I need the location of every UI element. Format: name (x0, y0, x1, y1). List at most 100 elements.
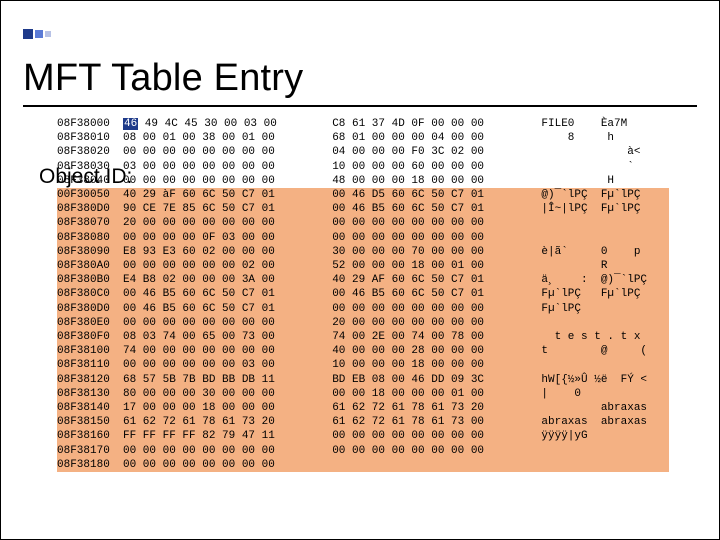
hex-offset: 08F38080 (57, 231, 123, 245)
hex-ascii: R (541, 259, 607, 273)
hex-bytes-2: 00 00 00 00 00 00 00 00 (332, 216, 528, 230)
hex-bytes-2: BD EB 08 00 46 DD 09 3C (332, 373, 528, 387)
hex-row: 08F3808000 00 00 00 0F 03 00 00 00 00 00… (57, 231, 669, 245)
hex-row: 08F3801008 00 01 00 38 00 01 00 68 01 00… (57, 131, 669, 145)
hex-bytes-1: 74 00 00 00 00 00 00 00 (123, 344, 319, 358)
hex-row: 08F3803003 00 00 00 00 00 00 00 10 00 00… (57, 160, 669, 174)
hex-bytes-1: E8 93 E3 60 02 00 00 00 (123, 245, 319, 259)
hex-offset: 08F38160 (57, 429, 123, 443)
hex-bytes-2: 61 62 72 61 78 61 73 00 (332, 415, 528, 429)
hex-row: 08F380A000 00 00 00 00 00 02 00 52 00 00… (57, 259, 669, 273)
hex-bytes-2: 00 46 B5 60 6C 50 C7 01 (332, 287, 528, 301)
hex-bytes-2: 30 00 00 00 70 00 00 00 (332, 245, 528, 259)
hex-bytes-1: 08 03 74 00 65 00 73 00 (123, 330, 319, 344)
hex-offset: 08F38110 (57, 358, 123, 372)
hex-row: 08F380C000 46 B5 60 6C 50 C7 01 00 46 B5… (57, 287, 669, 301)
hex-offset: 08F380A0 (57, 259, 123, 273)
hex-bytes-1: 00 00 00 00 00 00 00 00 (123, 444, 319, 458)
hex-bytes-1: 00 46 B5 60 6C 50 C7 01 (123, 287, 319, 301)
hex-offset: 08F38120 (57, 373, 123, 387)
hex-bytes-2: 10 00 00 00 60 00 00 00 (332, 160, 528, 174)
hex-bytes-1: 03 00 00 00 00 00 00 00 (123, 160, 319, 174)
hex-bytes-1: FF FF FF FF 82 79 47 11 (123, 429, 319, 443)
hex-ascii: abraxas (541, 401, 647, 415)
hex-row: 08F380D000 46 B5 60 6C 50 C7 01 00 00 00… (57, 302, 669, 316)
hex-row: 08F380E000 00 00 00 00 00 00 00 20 00 00… (57, 316, 669, 330)
hex-offset: 08F38090 (57, 245, 123, 259)
hex-offset: 08F38140 (57, 401, 123, 415)
hex-row: 08F3804000 00 00 00 00 00 00 00 48 00 00… (57, 174, 669, 188)
hex-bytes-2: 48 00 00 00 18 00 00 00 (332, 174, 528, 188)
hex-row: 08F38160FF FF FF FF 82 79 47 11 00 00 00… (57, 429, 669, 443)
hex-row: 08F3818000 00 00 00 00 00 00 00 (57, 458, 669, 472)
hex-ascii: è|ã` 0 p (541, 245, 640, 259)
hex-offset: 08F380F0 (57, 330, 123, 344)
hex-bytes-1: 08 00 01 00 38 00 01 00 (123, 131, 319, 145)
hex-bytes-1: 61 62 72 61 78 61 73 20 (123, 415, 319, 429)
hex-offset: 08F38180 (57, 458, 123, 472)
hex-bytes-2: 04 00 00 00 F0 3C 02 00 (332, 145, 528, 159)
hex-row: 08F38090E8 93 E3 60 02 00 00 00 30 00 00… (57, 245, 669, 259)
hex-bytes-2: 74 00 2E 00 74 00 78 00 (332, 330, 528, 344)
hex-offset: 08F38070 (57, 216, 123, 230)
hex-ascii: ÿÿÿÿ|yG (541, 429, 587, 443)
title-rule (23, 105, 697, 107)
hex-bytes-2: 52 00 00 00 18 00 01 00 (332, 259, 528, 273)
hex-bytes-2: 00 46 D5 60 6C 50 C7 01 (332, 188, 528, 202)
hex-offset: 08F380E0 (57, 316, 123, 330)
hex-bytes-2: 68 01 00 00 00 04 00 00 (332, 131, 528, 145)
hex-row: 08F380D090 CE 7E 85 6C 50 C7 01 00 46 B5… (57, 202, 669, 216)
hex-bytes-1: 00 00 00 00 00 00 03 00 (123, 358, 319, 372)
hex-bytes-1: 00 00 00 00 00 00 00 00 (123, 145, 319, 159)
hex-bytes-1: 17 00 00 00 18 00 00 00 (123, 401, 319, 415)
hex-row: 08F3802000 00 00 00 00 00 00 00 04 00 00… (57, 145, 669, 159)
hex-ascii: Fµ`lPÇ (541, 302, 581, 316)
hex-bytes-1: 00 00 00 00 00 00 02 00 (123, 259, 319, 273)
hex-row: 08F3807020 00 00 00 00 00 00 00 00 00 00… (57, 216, 669, 230)
hex-row: 00F3005040 29 àF 60 6C 50 C7 01 00 46 D5… (57, 188, 669, 202)
hex-bytes-2: 00 00 00 00 00 00 00 00 (332, 302, 528, 316)
hex-ascii: hW[{½»Û ½ë FÝ < (541, 373, 647, 387)
hex-ascii: t @ ( (541, 344, 647, 358)
hex-offset: 08F38100 (57, 344, 123, 358)
hex-ascii: abraxas abraxas (541, 415, 647, 429)
hex-ascii: FILE0 Èa7M (541, 117, 627, 131)
hex-row: 08F3800046 49 4C 45 30 00 03 00 C8 61 37… (57, 117, 669, 131)
hex-offset: 08F380B0 (57, 273, 123, 287)
hex-bytes-2: C8 61 37 4D 0F 00 00 00 (332, 117, 528, 131)
hex-bytes-1: 46 49 4C 45 30 00 03 00 (123, 117, 319, 131)
hex-bytes-1: 90 CE 7E 85 6C 50 C7 01 (123, 202, 319, 216)
hex-row: 08F380F008 03 74 00 65 00 73 00 74 00 2E… (57, 330, 669, 344)
hex-offset: 08F380C0 (57, 287, 123, 301)
hex-ascii: ä¸ : @)¯`lPÇ (541, 273, 647, 287)
hex-row: 08F3812068 57 5B 7B BD BB DB 11 BD EB 08… (57, 373, 669, 387)
hex-offset: 08F380D0 (57, 302, 123, 316)
hex-offset: 08F38040 (57, 174, 123, 188)
hex-ascii: Fµ`lPÇ Fµ`lPÇ (541, 287, 640, 301)
hex-bytes-1: 00 00 00 00 0F 03 00 00 (123, 231, 319, 245)
hex-ascii: t e s t . t x (541, 330, 640, 344)
hex-row: 08F3817000 00 00 00 00 00 00 00 00 00 00… (57, 444, 669, 458)
hex-bytes-1: 40 29 àF 60 6C 50 C7 01 (123, 188, 319, 202)
hex-row: 08F3811000 00 00 00 00 00 03 00 10 00 00… (57, 358, 669, 372)
hex-bytes-1: 00 00 00 00 00 00 00 00 (123, 458, 319, 472)
hex-bytes-2: 20 00 00 00 00 00 00 00 (332, 316, 528, 330)
hex-bytes-1: 68 57 5B 7B BD BB DB 11 (123, 373, 319, 387)
hex-offset: 08F38150 (57, 415, 123, 429)
hex-offset: 08F38030 (57, 160, 123, 174)
hex-offset: 00F30050 (57, 188, 123, 202)
hex-offset: 08F38020 (57, 145, 123, 159)
hex-bytes-1: 00 00 00 00 00 00 00 00 (123, 316, 319, 330)
hex-bytes-1: E4 B8 02 00 00 00 3A 00 (123, 273, 319, 287)
hex-bytes-2: 00 00 18 00 00 00 01 00 (332, 387, 528, 401)
hex-row: 08F3813080 00 00 00 30 00 00 00 00 00 18… (57, 387, 669, 401)
slide-decoration (23, 25, 53, 43)
hex-ascii: ` (541, 160, 633, 174)
hex-bytes-2: 00 46 B5 60 6C 50 C7 01 (332, 202, 528, 216)
hex-ascii: | 0 (541, 387, 581, 401)
hex-ascii: à< (541, 145, 640, 159)
hex-bytes-1: 00 00 00 00 00 00 00 00 (123, 174, 319, 188)
hex-offset: 08F38170 (57, 444, 123, 458)
hex-row: 08F3815061 62 72 61 78 61 73 20 61 62 72… (57, 415, 669, 429)
hex-ascii: H (541, 174, 614, 188)
